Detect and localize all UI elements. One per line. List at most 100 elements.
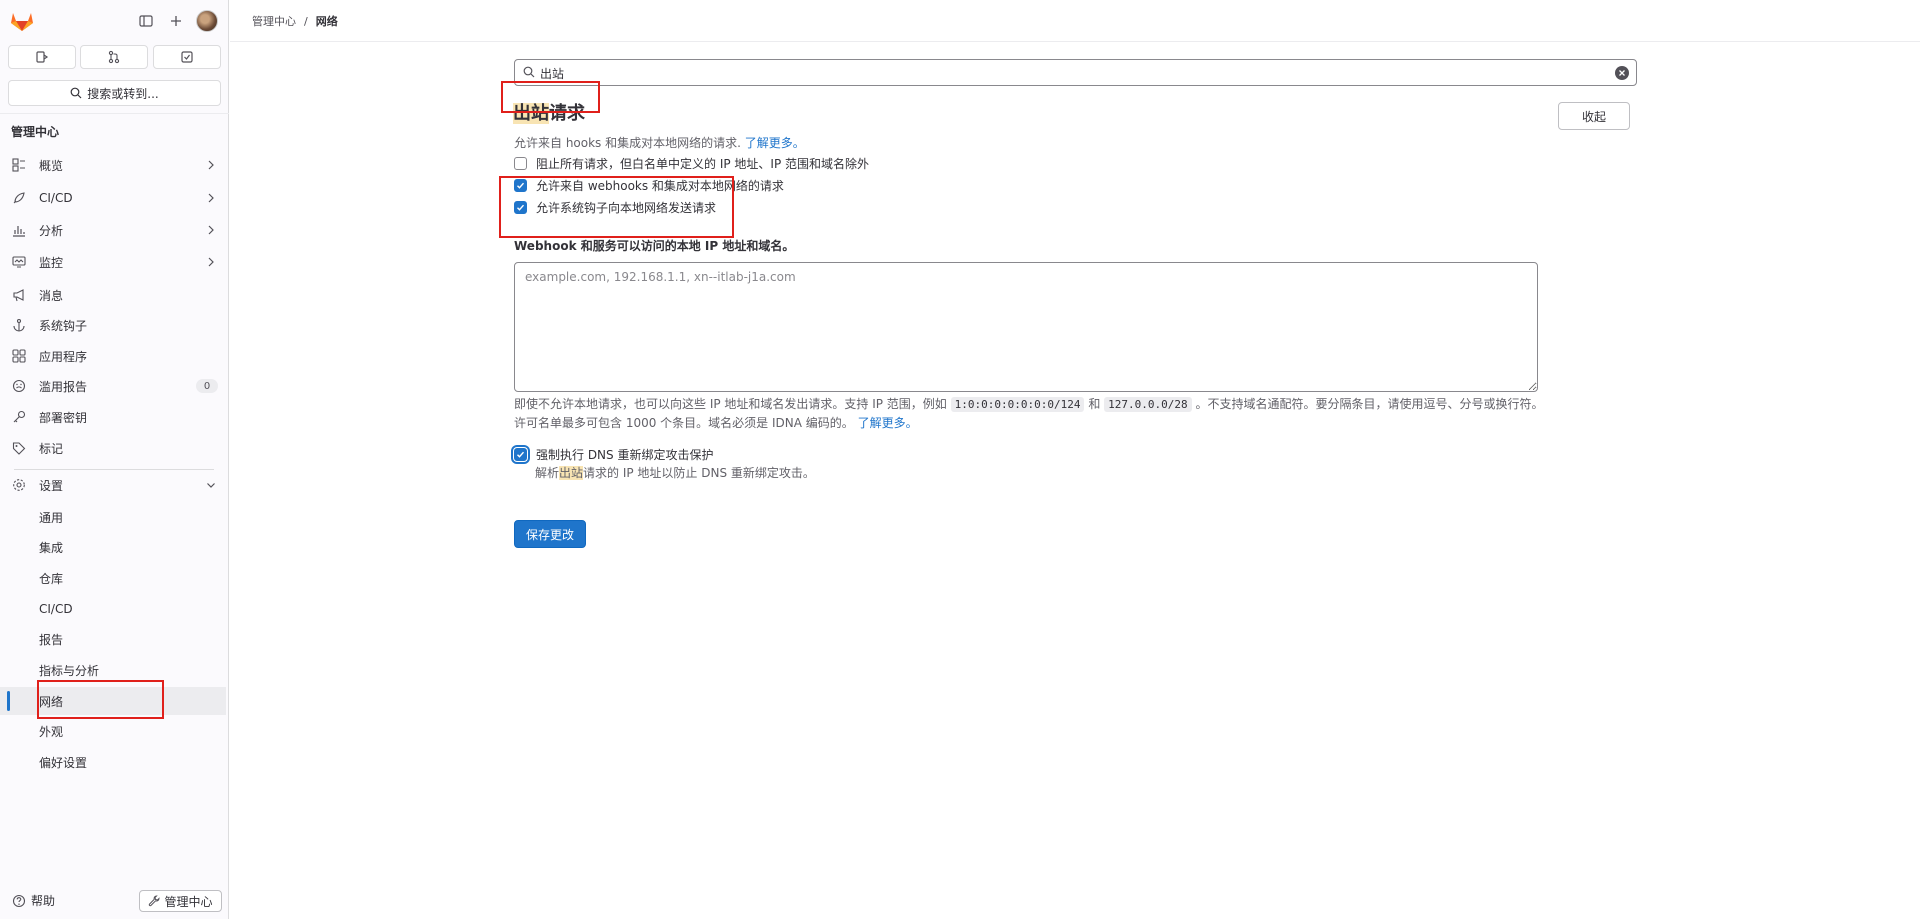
sidebar-subitem-cicd[interactable]: CI/CD [0, 595, 226, 623]
sidebar-item-label: 分析 [39, 223, 64, 238]
sidebar-subitem-integrations[interactable]: 集成 [0, 533, 226, 561]
todo-button[interactable] [153, 45, 221, 69]
search-value: 出站 [540, 67, 565, 81]
section-title: 出站请求 [513, 99, 585, 125]
sidebar-item-label: 监控 [39, 255, 64, 270]
sidebar-item-system-hooks[interactable]: 系统钩子 [0, 311, 226, 339]
anchor-icon [12, 318, 26, 332]
search-icon [523, 66, 535, 78]
bullhorn-icon [12, 288, 26, 302]
rocket-icon [12, 191, 26, 205]
face-icon [12, 379, 26, 393]
allowlist-help-text: 即使不允许本地请求，也可以向这些 IP 地址和域名发出请求。支持 IP 范围，例… [514, 395, 1544, 433]
sidebar-item-cicd[interactable]: CI/CD [0, 184, 226, 212]
search-goto-button[interactable]: 搜索或转到... [8, 80, 221, 106]
merge-request-icon [108, 50, 120, 64]
avatar[interactable] [196, 10, 218, 32]
sidebar-item-label: 应用程序 [39, 349, 88, 364]
dns-help-prefix: 解析 [535, 466, 560, 480]
dns-rebinding-checkbox-row[interactable]: 强制执行 DNS 重新绑定攻击保护 [514, 446, 713, 463]
sidebar-item-settings[interactable]: 设置 [0, 471, 226, 499]
plus-icon[interactable] [166, 11, 186, 31]
monitor-icon [12, 255, 26, 269]
ipv4-range-example: 127.0.0.0/28 [1104, 397, 1192, 412]
sidebar-toggle-icon[interactable] [136, 11, 156, 31]
wrench-icon [149, 895, 161, 907]
sidebar-item-monitoring[interactable]: 监控 [0, 248, 226, 276]
sidebar-subitem-label: 报告 [39, 632, 64, 647]
header-divider [230, 41, 1920, 42]
checkbox-label: 阻止所有请求，但白名单中定义的 IP 地址、IP 范围和域名除外 [536, 157, 869, 171]
chevron-right-icon [208, 225, 214, 235]
allow-webhooks-local-checkbox[interactable] [514, 179, 527, 192]
sidebar-item-deploy-keys[interactable]: 部署密钥 [0, 403, 226, 431]
sidebar-subitem-metrics[interactable]: 指标与分析 [0, 656, 226, 684]
description-text: 允许来自 hooks 和集成对本地网络的请求. [514, 136, 741, 150]
sidebar-header [0, 0, 229, 42]
issues-button[interactable] [8, 45, 76, 69]
sidebar-item-messages[interactable]: 消息 [0, 281, 226, 309]
help-button[interactable]: 帮助 [12, 892, 55, 909]
sidebar-item-applications[interactable]: 应用程序 [0, 342, 226, 370]
applications-icon [12, 349, 26, 363]
sidebar-separator [14, 469, 214, 470]
dns-help-highlight: 出站 [559, 466, 584, 480]
help-learn-more-link[interactable]: 了解更多。 [858, 416, 918, 430]
chevron-right-icon [208, 193, 214, 203]
merge-requests-button[interactable] [80, 45, 148, 69]
help-icon [12, 894, 26, 907]
breadcrumb-current[interactable]: 网络 [316, 13, 338, 29]
block-all-requests-checkbox[interactable] [514, 157, 527, 170]
checkbox-label: 允许系统钩子向本地网络发送请求 [536, 201, 717, 215]
allow-system-hooks-local-checkbox-row[interactable]: 允许系统钩子向本地网络发送请求 [514, 199, 716, 216]
sidebar-item-overview[interactable]: 概览 [0, 151, 226, 179]
dns-rebinding-checkbox[interactable] [514, 448, 527, 461]
breadcrumb: 管理中心 / 网络 [252, 13, 338, 29]
gitlab-logo-icon[interactable] [10, 10, 34, 32]
allow-webhooks-local-checkbox-row[interactable]: 允许来自 webhooks 和集成对本地网络的请求 [514, 177, 784, 194]
sidebar-subitem-reporting[interactable]: 报告 [0, 625, 226, 653]
allow-system-hooks-local-checkbox[interactable] [514, 201, 527, 214]
help-text-and: 和 [1088, 397, 1101, 411]
sidebar-item-labels[interactable]: 标记 [0, 434, 226, 462]
help-text-part: 即使不允许本地请求，也可以向这些 IP 地址和域名发出请求。支持 IP 范围，例… [514, 397, 947, 411]
sidebar-subitem-repository[interactable]: 仓库 [0, 564, 226, 592]
admin-area-button[interactable]: 管理中心 [139, 890, 222, 912]
sidebar-subitem-general[interactable]: 通用 [0, 503, 226, 531]
sidebar-item-label: 设置 [39, 478, 64, 493]
save-changes-button[interactable]: 保存更改 [514, 520, 586, 548]
sidebar-subitem-label: 仓库 [39, 571, 64, 586]
sidebar-subitem-label: 指标与分析 [39, 663, 100, 678]
chevron-right-icon [208, 160, 214, 170]
app-window: 搜索或转到... 管理中心 概览 CI/CD 分析 监控 消息 系统钩子 应用程… [0, 0, 1920, 919]
sidebar-item-label: 消息 [39, 288, 64, 303]
collapse-button[interactable]: 收起 [1558, 102, 1630, 130]
sidebar-subitem-network[interactable]: 网络 [0, 687, 226, 715]
sidebar-item-analytics[interactable]: 分析 [0, 216, 226, 244]
dns-help-suffix: 请求的 IP 地址以防止 DNS 重新绑定攻击。 [583, 466, 815, 480]
sidebar-subitem-appearance[interactable]: 外观 [0, 717, 226, 745]
block-all-requests-checkbox-row[interactable]: 阻止所有请求，但白名单中定义的 IP 地址、IP 范围和域名除外 [514, 155, 869, 172]
sidebar-item-label: 概览 [39, 158, 64, 173]
clear-search-icon[interactable] [1615, 66, 1629, 80]
breadcrumb-root[interactable]: 管理中心 [252, 13, 296, 29]
sidebar-item-abuse-reports[interactable]: 滥用报告 0 [0, 372, 226, 400]
settings-search-input[interactable]: 出站 [514, 59, 1637, 86]
chevron-right-icon [208, 257, 214, 267]
allowlist-textarea[interactable] [514, 262, 1538, 392]
sidebar-subitem-label: 通用 [39, 510, 64, 525]
breadcrumb-separator: / [304, 14, 308, 28]
sidebar-subitem-preferences[interactable]: 偏好设置 [0, 748, 226, 776]
allowlist-label: Webhook 和服务可以访问的本地 IP 地址和域名。 [514, 239, 795, 253]
search-goto-label: 搜索或转到... [87, 86, 159, 101]
checkbox-label: 允许来自 webhooks 和集成对本地网络的请求 [536, 179, 784, 193]
title-highlight: 出站 [513, 103, 549, 124]
search-icon [70, 87, 82, 99]
chevron-down-icon [207, 483, 215, 488]
abuse-count-badge: 0 [196, 379, 218, 393]
dns-rebinding-help: 解析出站请求的 IP 地址以防止 DNS 重新绑定攻击。 [535, 464, 815, 481]
help-label: 帮助 [31, 894, 56, 908]
sidebar-divider [0, 113, 229, 114]
sidebar-subitem-label: 偏好设置 [39, 755, 88, 770]
learn-more-link[interactable]: 了解更多。 [745, 136, 805, 150]
